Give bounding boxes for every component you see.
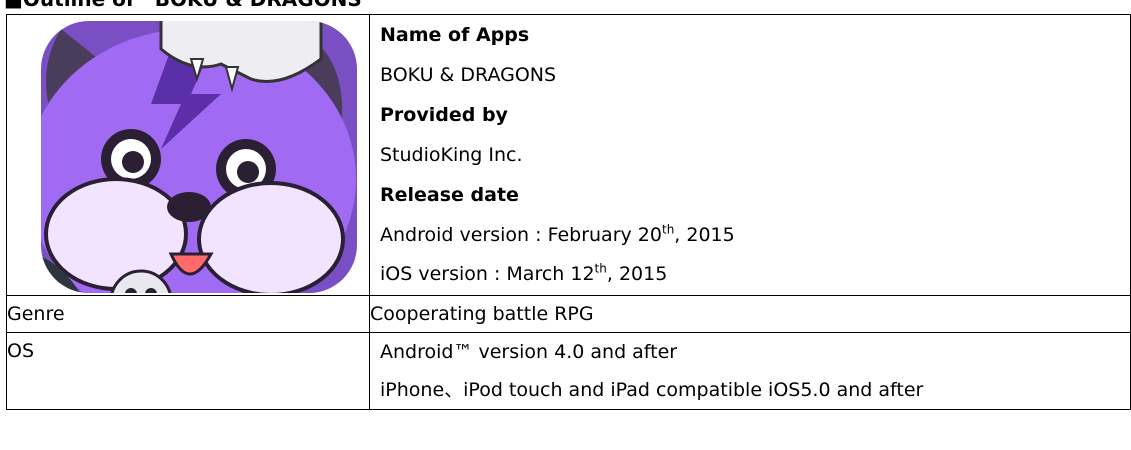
outline-table: Name of Apps BOKU & DRAGONS Provided by … [6,14,1131,410]
os-ios: iPhone、iPod touch and iPad compatible iO… [380,379,924,401]
app-icon-cell [6,14,370,296]
name-value: BOKU & DRAGONS [380,64,557,86]
android-release-suffix: , 2015 [674,224,735,246]
section-heading: ■Outline of “BOKU & DRAGONS” [4,0,375,12]
genre-value: Cooperating battle RPG [369,295,1131,333]
os-android: Android™ version 4.0 and after [380,341,678,363]
genre-label: Genre [6,295,370,333]
os-row: OS Android™ version 4.0 and after iPhone… [6,332,1131,410]
provider-value: StudioKing Inc. [380,144,523,166]
ios-release-date: iOS version : March 12th, 2015 [370,255,1130,294]
app-info-cell: Name of Apps BOKU & DRAGONS Provided by … [369,14,1131,296]
purple-bear-dragon-game-icon [41,21,357,293]
android-release-ordinal: th [661,222,675,237]
ios-release-prefix: iOS version : March 12 [380,263,595,285]
os-value-cell: Android™ version 4.0 and after iPhone、iP… [369,332,1131,410]
ios-release-ordinal: th [594,261,607,276]
ios-release-suffix: , 2015 [606,263,668,285]
android-release-prefix: Android version : February 20 [380,224,662,246]
provider-label: Provided by [380,104,508,126]
os-label: OS [6,332,370,410]
android-release-date: Android version : February 20th, 2015 [370,215,1130,255]
app-info-row: Name of Apps BOKU & DRAGONS Provided by … [6,14,1131,296]
name-label: Name of Apps [380,24,530,46]
genre-row: Genre Cooperating battle RPG [6,295,1131,333]
release-label: Release date [380,184,519,206]
